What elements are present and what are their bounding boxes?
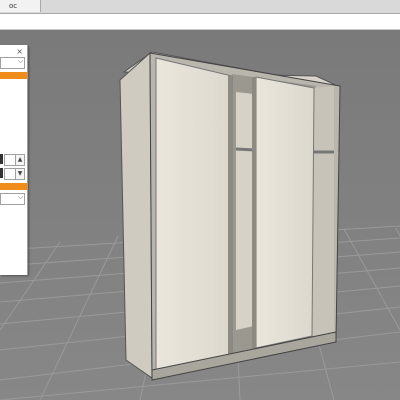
material-dropdown[interactable]: ⌵: [0, 57, 25, 69]
close-icon[interactable]: ×: [16, 47, 23, 56]
right-door: [255, 76, 315, 349]
left-door-edge: [228, 75, 232, 357]
properties-panel: × ⌵ ▲ ▼ ⌵: [0, 45, 28, 275]
left-door: [155, 57, 233, 376]
chevron-down-icon: ⌵: [17, 193, 23, 201]
option-dropdown[interactable]: ⌵: [0, 193, 25, 205]
interior-back-left: [236, 92, 254, 330]
section-header-bar: [0, 72, 27, 79]
right-door-edge: [252, 77, 256, 349]
3d-viewport[interactable]: × ⌵ ▲ ▼ ⌵: [0, 30, 400, 400]
field-marker: [0, 168, 3, 178]
wardrobe-scene: [0, 30, 400, 400]
toolbar: [0, 14, 400, 30]
tab-strip: ос: [0, 0, 400, 14]
field-marker: [0, 154, 3, 164]
tab-label: ос: [9, 2, 18, 10]
tab-document[interactable]: ос: [0, 0, 41, 12]
height-stepper[interactable]: ▼: [15, 168, 25, 180]
chevron-down-icon: ⌵: [17, 57, 23, 65]
width-stepper[interactable]: ▲: [15, 154, 25, 166]
section-header-bar: [0, 183, 27, 190]
